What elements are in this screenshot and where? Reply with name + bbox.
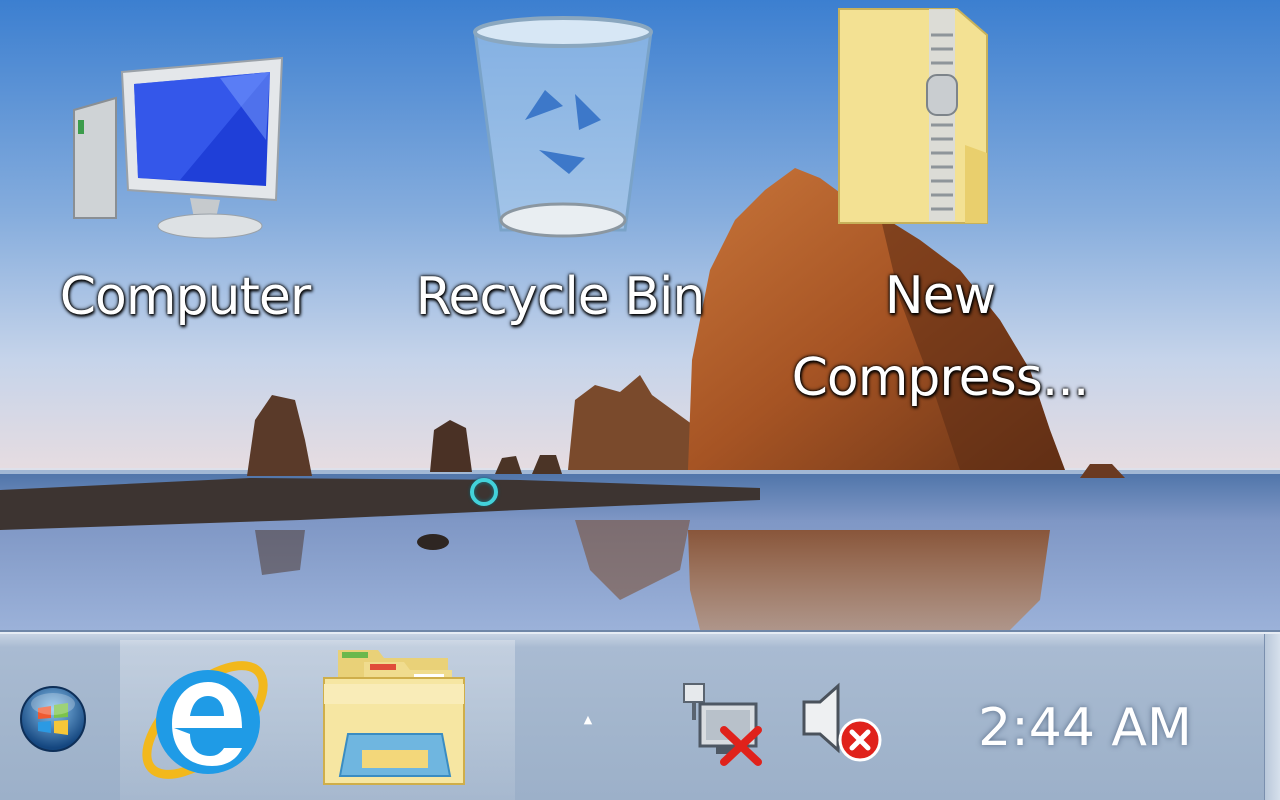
busy-cursor-icon: [470, 478, 498, 506]
desktop-icon-new-compressed-folder[interactable]: New Compress...: [770, 5, 1110, 425]
computer-icon: [70, 50, 300, 244]
windows-orb-icon: [18, 686, 88, 758]
taskbar-internet-explorer-button[interactable]: [130, 642, 280, 792]
zip-folder-icon: [835, 5, 1005, 234]
network-status-button[interactable]: [680, 680, 766, 766]
recycle-bin-icon: [465, 10, 660, 254]
desktop-icon-computer[interactable]: Computer: [30, 40, 340, 340]
desktop-icon-recycle-bin[interactable]: Recycle Bin: [400, 5, 720, 335]
chevron-up-icon: ▲: [583, 713, 593, 726]
desktop-icon-label: Computer: [59, 267, 312, 327]
network-disconnected-icon: [680, 683, 766, 770]
volume-button[interactable]: [800, 680, 884, 766]
taskbar-clock[interactable]: 2:44 AM: [960, 688, 1210, 768]
internet-explorer-icon: [130, 661, 280, 796]
desktop-icon-label: New Compress...: [791, 266, 1090, 408]
windows-explorer-icon: [318, 650, 470, 798]
volume-muted-icon: [800, 682, 884, 770]
show-desktop-button[interactable]: [1264, 634, 1280, 800]
taskbar-windows-explorer-button[interactable]: [318, 644, 470, 794]
start-button[interactable]: [18, 684, 88, 754]
show-hidden-icons-button[interactable]: ▲: [578, 712, 598, 728]
desktop-icon-label: Recycle Bin: [415, 267, 706, 327]
